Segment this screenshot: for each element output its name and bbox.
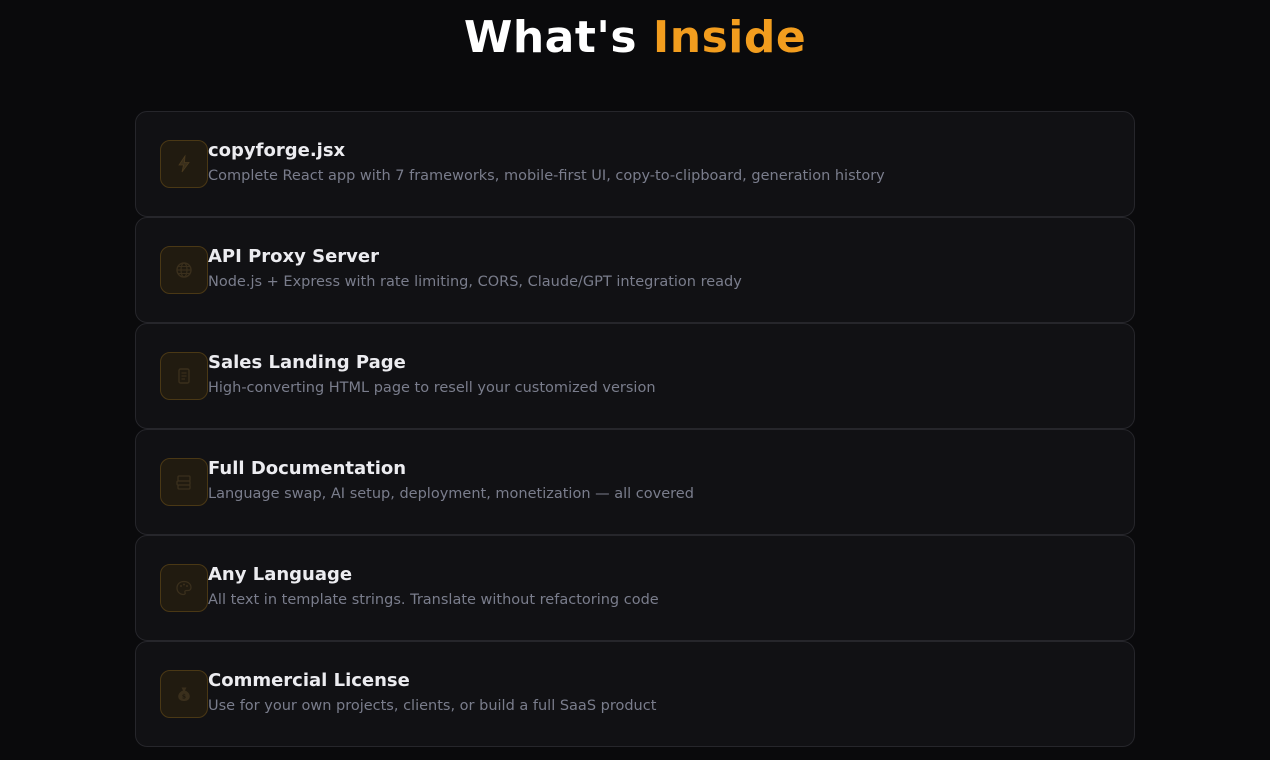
feature-description: Language swap, AI setup, deployment, mon…	[208, 486, 694, 502]
feature-title: Sales Landing Page	[208, 352, 406, 373]
feature-title: Commercial License	[208, 670, 410, 691]
lightning-icon	[160, 140, 208, 188]
svg-text:$: $	[182, 694, 186, 701]
feature-list: copyforge.jsx Complete React app with 7 …	[135, 111, 1135, 747]
palette-icon	[160, 564, 208, 612]
money-bag-icon: $	[160, 670, 208, 718]
books-icon	[160, 458, 208, 506]
feature-card-copyforge: copyforge.jsx Complete React app with 7 …	[135, 111, 1135, 217]
feature-description: All text in template strings. Translate …	[208, 592, 659, 608]
feature-title: API Proxy Server	[208, 246, 379, 267]
feature-description: High-converting HTML page to resell your…	[208, 380, 656, 396]
feature-card-sales-landing: Sales Landing Page High-converting HTML …	[135, 323, 1135, 429]
feature-card-documentation: Full Documentation Language swap, AI set…	[135, 429, 1135, 535]
feature-description: Node.js + Express with rate limiting, CO…	[208, 274, 742, 290]
feature-card-api-proxy: API Proxy Server Node.js + Express with …	[135, 217, 1135, 323]
feature-title: Full Documentation	[208, 458, 407, 479]
globe-icon	[160, 246, 208, 294]
page-title: What's Inside	[0, 12, 1270, 64]
feature-description: Use for your own projects, clients, or b…	[208, 698, 657, 714]
feature-title: copyforge.jsx	[208, 140, 346, 161]
page-title-main: What's	[463, 12, 653, 63]
feature-card-commercial-license: $ Commercial License Use for your own pr…	[135, 641, 1135, 747]
feature-description: Complete React app with 7 frameworks, mo…	[208, 168, 885, 184]
feature-title: Any Language	[208, 564, 353, 585]
feature-card-any-language: Any Language All text in template string…	[135, 535, 1135, 641]
page-title-accent: Inside	[652, 12, 807, 63]
page: What's Inside copyforge.jsx Complete Rea…	[0, 0, 1270, 760]
page-icon	[160, 352, 208, 400]
